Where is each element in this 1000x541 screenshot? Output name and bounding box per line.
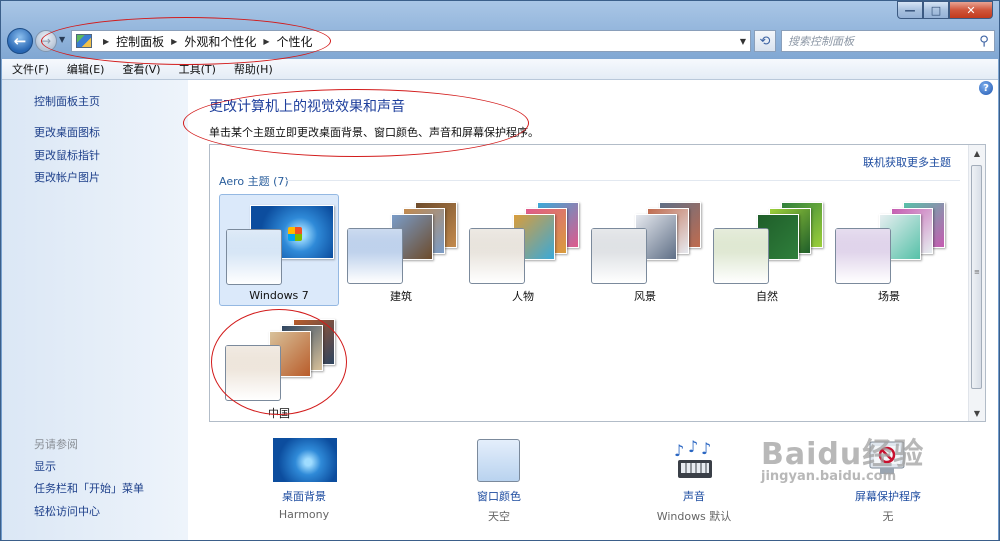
desktop-background-thumbnail (273, 438, 337, 482)
theme-name: 风景 (634, 290, 656, 303)
window-glass-swatch (347, 228, 403, 284)
close-button[interactable]: ✕ (949, 1, 993, 19)
theme-item-nature[interactable]: 自然 (707, 194, 827, 306)
theme-name: Windows 7 (249, 289, 309, 302)
sounds-label[interactable]: 声音 (634, 488, 754, 504)
window-color-label[interactable]: 窗口颜色 (439, 488, 559, 504)
svg-text:♪: ♪ (701, 439, 711, 458)
baidu-watermark: Baidu经验 jingyan.baidu.com (761, 437, 925, 484)
theme-item-windows7[interactable]: Windows 7 (219, 194, 339, 306)
sidebar-link-taskbar[interactable]: 任务栏和「开始」菜单 (34, 480, 144, 496)
menu-tools[interactable]: 工具(T) (169, 61, 224, 77)
help-icon[interactable]: ? (979, 81, 993, 95)
window-glass-swatch (225, 345, 281, 401)
chevron-right-icon[interactable]: ▶ (263, 37, 269, 46)
screen-saver-label[interactable]: 屏幕保护程序 (828, 488, 948, 504)
theme-item-characters[interactable]: 人物 (463, 194, 583, 306)
chevron-right-icon[interactable]: ▶ (171, 37, 177, 46)
desktop-background-tile[interactable]: 桌面背景 Harmony (244, 438, 364, 528)
chevron-right-icon[interactable]: ▶ (103, 37, 109, 46)
desktop-background-label[interactable]: 桌面背景 (244, 488, 364, 504)
sidebar-link-display[interactable]: 显示 (34, 458, 56, 474)
window-glass-swatch (835, 228, 891, 284)
theme-item-architecture[interactable]: 建筑 (341, 194, 461, 306)
menu-edit[interactable]: 编辑(E) (57, 61, 113, 77)
search-box[interactable]: 搜索控制面板 ⚲ (781, 30, 995, 52)
refresh-icon: ⟲ (759, 33, 771, 49)
breadcrumb-personalization[interactable]: 个性化 (277, 33, 313, 50)
menu-file[interactable]: 文件(F) (2, 61, 57, 77)
minimize-button[interactable]: — (897, 1, 923, 19)
theme-name: 人物 (512, 290, 534, 303)
theme-name: 自然 (756, 290, 778, 303)
history-dropdown-icon[interactable]: ▼ (59, 35, 65, 44)
see-also-heading: 另请参阅 (34, 438, 78, 451)
maximize-button[interactable]: □ (923, 1, 949, 19)
get-more-themes-link[interactable]: 联机获取更多主题 (863, 154, 951, 170)
menu-help[interactable]: 帮助(H) (224, 61, 281, 77)
music-notes-icon: ♪ ♪ ♪ (672, 437, 718, 482)
window-frame: — □ ✕ ← → ▼ ▶ 控制面板 ▶ 外观和个性化 ▶ 个性化 ▼ ⟲ 搜索… (0, 0, 1000, 541)
window-color-tile[interactable]: 窗口颜色 天空 (439, 438, 559, 528)
arrow-left-icon: ← (13, 32, 27, 50)
arrow-right-icon: → (40, 34, 52, 48)
menu-bar: 文件(F) 编辑(E) 查看(V) 工具(T) 帮助(H) (2, 59, 998, 80)
windows-logo-icon (288, 227, 302, 241)
sidebar: 控制面板主页 更改桌面图标 更改鼠标指针 更改帐户图片 另请参阅 显示 任务栏和… (2, 80, 188, 540)
back-button[interactable]: ← (7, 28, 33, 54)
search-input[interactable]: 搜索控制面板 (782, 33, 974, 49)
sidebar-link-control-panel-home[interactable]: 控制面板主页 (34, 93, 100, 109)
group-divider (286, 180, 960, 181)
breadcrumb-control-panel[interactable]: 控制面板 (116, 33, 164, 50)
window-glass-swatch (713, 228, 769, 284)
window-color-value: 天空 (488, 510, 510, 523)
theme-name: 中国 (268, 407, 290, 420)
control-panel-icon (76, 34, 92, 48)
scroll-up-arrow-icon[interactable]: ▲ (969, 145, 985, 161)
theme-gallery-scrollbar[interactable]: ▲ ≡ ▼ (968, 145, 985, 421)
address-bar[interactable]: ▶ 控制面板 ▶ 外观和个性化 ▶ 个性化 ▼ (71, 30, 751, 52)
window-glass-swatch (226, 229, 282, 285)
theme-name: 场景 (878, 290, 900, 303)
window-glass-swatch (591, 228, 647, 284)
scroll-thumb[interactable]: ≡ (971, 165, 982, 389)
screen-saver-value: 无 (882, 510, 894, 523)
sidebar-link-mouse-pointers[interactable]: 更改鼠标指针 (34, 147, 100, 163)
page-title: 更改计算机上的视觉效果和声音 (209, 99, 405, 115)
sounds-value: Windows 默认 (656, 510, 732, 523)
page-subtitle: 单击某个主题立即更改桌面背景、窗口颜色、声音和屏幕保护程序。 (209, 126, 539, 139)
svg-text:♪: ♪ (688, 438, 698, 456)
svg-text:♪: ♪ (674, 441, 684, 460)
scroll-down-arrow-icon[interactable]: ▼ (969, 405, 985, 421)
theme-item-scenes[interactable]: 场景 (829, 194, 949, 306)
caption-buttons: — □ ✕ (897, 1, 993, 19)
theme-name: 建筑 (390, 290, 412, 303)
sidebar-link-ease-of-access[interactable]: 轻松访问中心 (34, 503, 100, 519)
sidebar-link-account-picture[interactable]: 更改帐户图片 (34, 169, 100, 185)
aero-themes-group-label: Aero 主题 (7) (219, 175, 289, 188)
chevron-down-icon[interactable]: ▼ (740, 37, 746, 46)
theme-item-landscapes[interactable]: 风景 (585, 194, 705, 306)
window-color-swatch (477, 439, 520, 482)
navigation-bar: ← → ▼ ▶ 控制面板 ▶ 外观和个性化 ▶ 个性化 ▼ ⟲ 搜索控制面板 ⚲ (7, 28, 995, 54)
forward-button[interactable]: → (35, 30, 57, 52)
refresh-button[interactable]: ⟲ (754, 30, 776, 52)
menu-view[interactable]: 查看(V) (112, 61, 168, 77)
desktop-background-value: Harmony (278, 508, 330, 521)
sidebar-link-desktop-icons[interactable]: 更改桌面图标 (34, 124, 100, 140)
search-icon[interactable]: ⚲ (974, 34, 994, 49)
theme-gallery: 联机获取更多主题 Aero 主题 (7) Windows 7 建筑 人物 风景 … (209, 144, 986, 422)
theme-item-china[interactable]: 中国 (219, 311, 339, 423)
window-glass-swatch (469, 228, 525, 284)
breadcrumb-appearance[interactable]: 外观和个性化 (184, 33, 256, 50)
grip-icon: ≡ (974, 268, 980, 276)
sounds-tile[interactable]: ♪ ♪ ♪ 声音 Windows 默认 (634, 437, 754, 528)
